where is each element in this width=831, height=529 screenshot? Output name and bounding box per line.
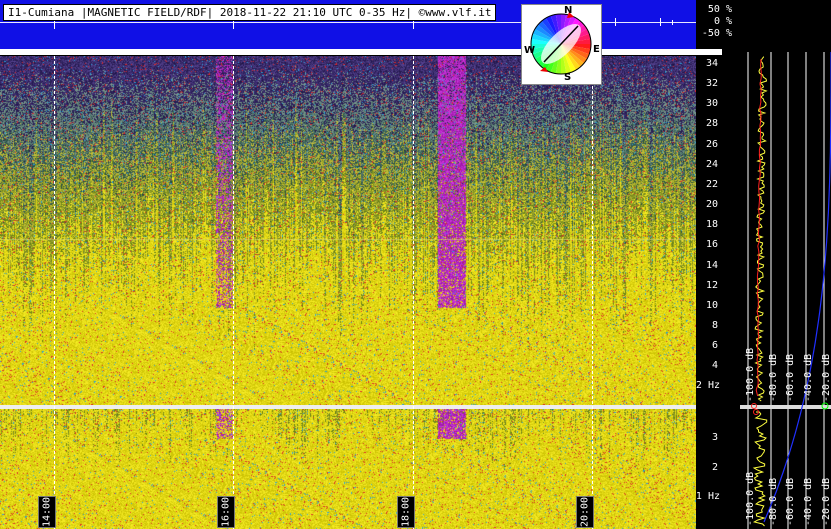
hour-gridline: [54, 56, 55, 529]
freq-tick-label: 12: [705, 280, 718, 291]
time-label: 16:00: [217, 496, 235, 528]
db-label: -40.0 dB: [803, 354, 814, 402]
direction-compass: N E S W: [521, 4, 602, 85]
percent-label: 50 %: [707, 4, 732, 15]
db-label: -60.0 dB: [785, 354, 796, 402]
time-label: 14:00: [38, 496, 56, 528]
percent-scale: 50 % 0 % -50 %: [698, 4, 732, 40]
compass-north: N: [564, 5, 573, 16]
freq-tick-label: 20: [705, 199, 718, 210]
compass-west: W: [524, 45, 536, 56]
freq-tick-label: 1 Hz: [695, 491, 720, 502]
compass-south: S: [564, 72, 572, 83]
percent-label: 0 %: [713, 16, 732, 27]
chart-title: I1-Cumiana |MAGNETIC FIELD/RDF| 2018-11-…: [3, 4, 497, 21]
freq-tick-label: 2 Hz: [695, 380, 720, 391]
db-label: -80.0 dB: [768, 354, 779, 402]
rdf-tick: [660, 18, 661, 26]
db-label: -40.0 dB: [803, 478, 814, 526]
freq-tick-label: 30: [705, 98, 718, 109]
freq-tick-label: 34: [705, 58, 718, 69]
freq-tick-label: 28: [705, 118, 718, 129]
freq-tick-label: 22: [705, 179, 718, 190]
time-label: 18:00: [397, 496, 415, 528]
log-curve: [763, 52, 831, 523]
freq-tick-label: 24: [705, 159, 718, 170]
db-label: -80.0 dB: [768, 478, 779, 526]
freq-tick-label: 18: [705, 219, 718, 230]
spectrum-profile-plot: -100.0 dB -80.0 dB -60.0 dB -40.0 dB -20.0 d…: [740, 52, 831, 529]
hour-gridline: [233, 56, 234, 529]
db-label: -100.0 dB: [745, 348, 756, 402]
db-label: -20.0 dB: [821, 478, 831, 526]
compass-east: E: [593, 44, 600, 55]
rdf-tick: [615, 18, 616, 26]
hour-gridline: [592, 56, 593, 529]
spectrum-trace: [754, 56, 768, 402]
freq-tick-label: 32: [705, 78, 718, 89]
freq-tick-label: 3: [711, 432, 718, 443]
freq-tick-label: 14: [705, 260, 718, 271]
freq-tick-label: 16: [705, 239, 718, 250]
hour-gridline: [413, 56, 414, 529]
rdf-tick: [672, 20, 673, 25]
db-label: -60.0 dB: [785, 478, 796, 526]
freq-tick-label: 2: [711, 462, 718, 473]
freq-tick-label: 10: [705, 300, 718, 311]
freq-tick-label: 4: [711, 360, 718, 371]
freq-tick-label: 26: [705, 139, 718, 150]
freq-tick-label: 8: [711, 320, 718, 331]
percent-label: -50 %: [701, 28, 732, 39]
frequency-axis: 34 32 30 28 26 24 22 20 18 16 14 12 10 8…: [696, 56, 722, 529]
db-label: -20.0 dB: [821, 354, 831, 402]
header-separator: [0, 49, 722, 55]
db-label: -100.0 dB: [745, 472, 756, 526]
time-label: 20:00: [576, 496, 594, 528]
freq-tick-label: 6: [711, 340, 718, 351]
